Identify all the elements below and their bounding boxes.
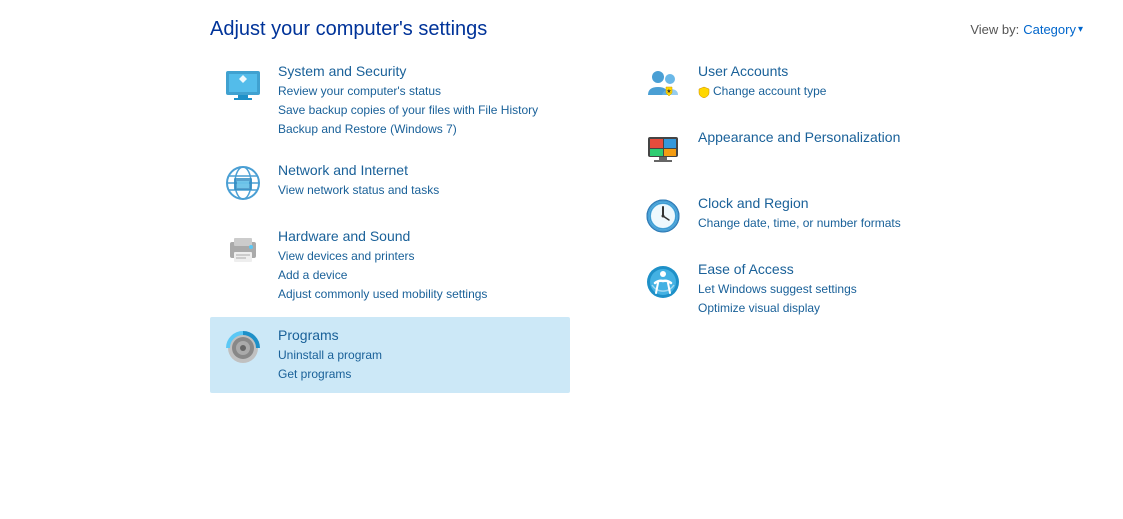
svg-text:★: ★ — [666, 88, 671, 95]
appearance-icon — [642, 129, 684, 171]
change-account-type-link[interactable]: Change account type — [698, 82, 1071, 100]
right-panel: ★ User Accounts Change account type — [630, 53, 1083, 397]
appearance-title[interactable]: Appearance and Personalization — [698, 129, 1071, 145]
hardware-icon — [222, 228, 264, 270]
category-item-clock[interactable]: Clock and Region Change date, time, or n… — [630, 185, 1083, 247]
clock-links: Change date, time, or number formats — [698, 214, 1071, 232]
left-panel: System and Security Review your computer… — [210, 53, 570, 397]
view-by-label: View by: — [970, 22, 1019, 37]
control-panel: Adjust your computer's settings View by:… — [0, 0, 1123, 519]
programs-icon — [222, 327, 264, 369]
ease-access-text: Ease of Access Let Windows suggest setti… — [698, 261, 1071, 317]
programs-title[interactable]: Programs — [278, 327, 558, 343]
category-item-user-accounts[interactable]: ★ User Accounts Change account type — [630, 53, 1083, 115]
optimize-visual-link[interactable]: Optimize visual display — [698, 299, 1071, 317]
clock-title[interactable]: Clock and Region — [698, 195, 1071, 211]
change-date-time-link[interactable]: Change date, time, or number formats — [698, 214, 1071, 232]
category-item-appearance[interactable]: Appearance and Personalization — [630, 119, 1083, 181]
shield-icon — [698, 86, 710, 98]
ease-access-links: Let Windows suggest settings Optimize vi… — [698, 280, 1071, 317]
user-accounts-icon: ★ — [642, 63, 684, 105]
get-programs-link[interactable]: Get programs — [278, 365, 558, 383]
network-icon — [222, 162, 264, 204]
user-accounts-text: User Accounts Change account type — [698, 63, 1071, 100]
network-links: View network status and tasks — [278, 181, 558, 199]
system-security-links: Review your computer's status Save backu… — [278, 82, 558, 138]
hardware-links: View devices and printers Add a device A… — [278, 247, 558, 303]
add-device-link[interactable]: Add a device — [278, 266, 558, 284]
view-devices-link[interactable]: View devices and printers — [278, 247, 558, 265]
chevron-down-icon: ▾ — [1078, 24, 1083, 35]
review-status-link[interactable]: Review your computer's status — [278, 82, 558, 100]
programs-links: Uninstall a program Get programs — [278, 346, 558, 383]
system-security-icon — [222, 63, 264, 105]
system-security-text: System and Security Review your computer… — [278, 63, 558, 138]
appearance-text: Appearance and Personalization — [698, 129, 1071, 148]
category-item-network[interactable]: Network and Internet View network status… — [210, 152, 570, 214]
view-by-value-text: Category — [1023, 22, 1076, 37]
ease-access-icon — [642, 261, 684, 303]
view-by-dropdown[interactable]: Category ▾ — [1023, 22, 1083, 37]
backup-restore-link[interactable]: Backup and Restore (Windows 7) — [278, 120, 558, 138]
view-network-link[interactable]: View network status and tasks — [278, 181, 558, 199]
ease-access-title[interactable]: Ease of Access — [698, 261, 1071, 277]
windows-suggest-link[interactable]: Let Windows suggest settings — [698, 280, 1071, 298]
user-accounts-title[interactable]: User Accounts — [698, 63, 1071, 79]
network-title[interactable]: Network and Internet — [278, 162, 558, 178]
page-title: Adjust your computer's settings — [210, 18, 487, 41]
category-item-hardware[interactable]: Hardware and Sound View devices and prin… — [210, 218, 570, 313]
hardware-text: Hardware and Sound View devices and prin… — [278, 228, 558, 303]
category-item-system-security[interactable]: System and Security Review your computer… — [210, 53, 570, 148]
uninstall-program-link[interactable]: Uninstall a program — [278, 346, 558, 364]
top-bar: Adjust your computer's settings View by:… — [0, 0, 1123, 53]
network-text: Network and Internet View network status… — [278, 162, 558, 199]
user-accounts-links: Change account type — [698, 82, 1071, 100]
programs-text: Programs Uninstall a program Get program… — [278, 327, 558, 383]
system-security-title[interactable]: System and Security — [278, 63, 558, 79]
backup-files-link[interactable]: Save backup copies of your files with Fi… — [278, 101, 558, 119]
mobility-settings-link[interactable]: Adjust commonly used mobility settings — [278, 285, 558, 303]
category-item-programs[interactable]: Programs Uninstall a program Get program… — [210, 317, 570, 393]
clock-icon — [642, 195, 684, 237]
hardware-title[interactable]: Hardware and Sound — [278, 228, 558, 244]
view-by-container: View by: Category ▾ — [970, 22, 1083, 37]
category-item-ease-access[interactable]: Ease of Access Let Windows suggest setti… — [630, 251, 1083, 327]
clock-text: Clock and Region Change date, time, or n… — [698, 195, 1071, 232]
main-content: System and Security Review your computer… — [0, 53, 1123, 397]
